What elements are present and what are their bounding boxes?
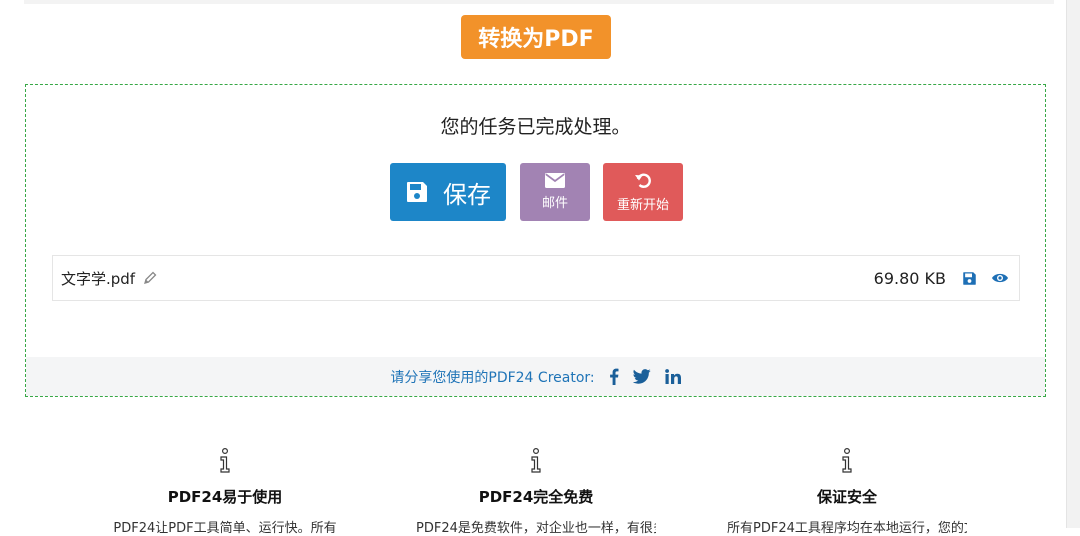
feature-description: 所有PDF24工具程序均在本地运行，您的文 — [727, 521, 967, 536]
top-strip — [24, 0, 1054, 4]
facebook-icon[interactable] — [609, 368, 619, 385]
file-size: 69.80 KB — [873, 268, 946, 288]
feature-title: PDF24易于使用 — [167, 488, 283, 506]
info-icon — [531, 448, 541, 473]
envelope-icon — [545, 173, 565, 188]
eye-icon[interactable] — [991, 272, 1009, 284]
email-button-label: 邮件 — [541, 196, 568, 211]
twitter-icon[interactable] — [632, 369, 651, 384]
email-button[interactable]: 邮件 — [520, 163, 590, 221]
feature-description: PDF24让PDF工具简单、运行快。所有 — [113, 521, 337, 536]
share-bar: 请分享您使用的PDF24 Creator: — [26, 357, 1045, 396]
info-icon — [842, 448, 852, 473]
feature-free: PDF24完全免费 PDF24是免费软件，对企业也一样，有很多 — [416, 448, 656, 536]
linkedin-icon[interactable] — [664, 369, 681, 384]
restart-button[interactable]: 重新开始 — [603, 163, 683, 221]
share-text: 请分享您使用的PDF24 Creator: — [390, 369, 595, 386]
save-button[interactable]: 保存 — [390, 163, 506, 221]
completion-message: 您的任务已完成处理。 — [440, 116, 631, 138]
save-button-label: 保存 — [443, 180, 491, 209]
file-name: 文字学.pdf — [61, 269, 136, 288]
undo-icon — [635, 173, 651, 188]
convert-to-pdf-button[interactable]: 转换为PDF — [461, 15, 611, 59]
restart-button-label: 重新开始 — [616, 197, 669, 213]
feature-secure: 保证安全 所有PDF24工具程序均在本地运行，您的文 — [727, 448, 967, 536]
download-icon[interactable] — [962, 271, 977, 286]
feature-easy: PDF24易于使用 PDF24让PDF工具简单、运行快。所有 — [105, 448, 345, 536]
info-icon — [220, 448, 230, 473]
file-row: 文字学.pdf 69.80 KB — [52, 255, 1020, 301]
floppy-disk-icon — [407, 182, 427, 202]
feature-description: PDF24是免费软件，对企业也一样，有很多 — [416, 521, 656, 536]
feature-title: 保证安全 — [816, 488, 877, 506]
scrollbar[interactable] — [1066, 0, 1080, 528]
result-panel: 您的任务已完成处理。 保存 邮件 重新开始 文字学.pdf 69.80 KB 请… — [25, 84, 1046, 397]
pencil-icon[interactable] — [143, 271, 157, 285]
feature-title: PDF24完全免费 — [478, 488, 594, 506]
